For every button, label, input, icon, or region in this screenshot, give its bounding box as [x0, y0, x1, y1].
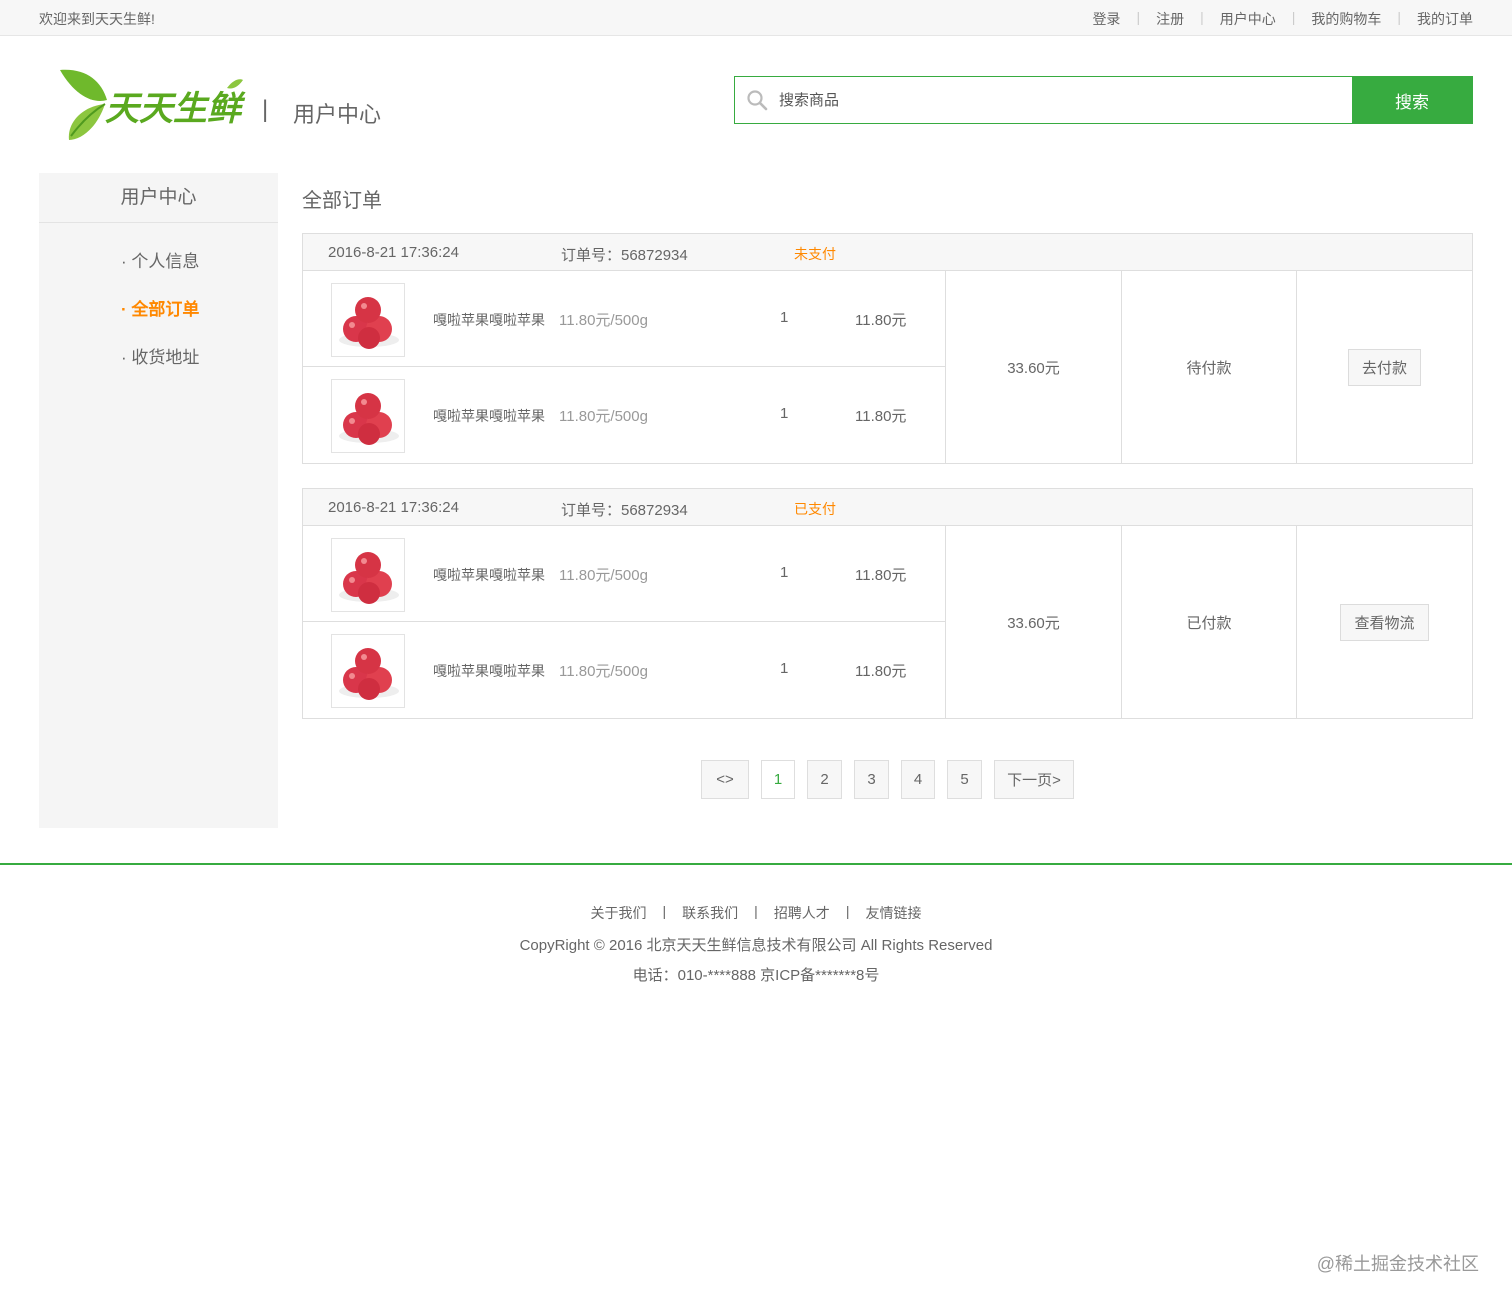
product-price: 11.80元/500g — [559, 567, 648, 584]
header-divider: | — [262, 96, 269, 123]
order-date: 2016-8-21 17:36:24 — [328, 244, 459, 261]
product-name[interactable]: 嘎啦苹果嘎啦苹果 — [433, 565, 545, 585]
order-card: 2016-8-21 17:36:24 订单号：56872934 已支付 嘎啦苹果… — [302, 488, 1473, 719]
sidebar-item-address[interactable]: · 收货地址 — [121, 343, 199, 368]
apple-image — [339, 552, 399, 604]
product-qty: 1 — [780, 405, 789, 422]
order-action-cell: 查看物流 — [1297, 526, 1472, 718]
pay-button[interactable]: 去付款 — [1347, 348, 1421, 386]
page-button-1[interactable]: 1 — [761, 760, 795, 799]
footer-link-about[interactable]: 关于我们 — [591, 903, 647, 923]
product-name[interactable]: 嘎啦苹果嘎啦苹果 — [433, 310, 545, 330]
top-bar: 欢迎来到天天生鲜! 登录 | 注册 | 用户中心 | 我的购物车 | 我的订单 — [0, 0, 1512, 36]
sidebar-item-profile[interactable]: · 个人信息 — [121, 247, 199, 272]
sidebar-item-all-orders[interactable]: · 全部订单 — [121, 295, 199, 320]
footer-separator: | — [754, 903, 758, 919]
register-link[interactable]: 注册 — [1156, 9, 1184, 29]
apple-image — [339, 648, 399, 700]
search-button[interactable]: 搜索 — [1352, 77, 1472, 123]
order-pay-status: 已支付 — [794, 501, 836, 517]
search-bar: 搜索 — [734, 76, 1473, 124]
product-image[interactable] — [331, 379, 405, 453]
top-nav-separator: | — [1291, 9, 1296, 25]
product-image[interactable] — [331, 634, 405, 708]
order-number: 订单号：56872934 — [561, 247, 688, 264]
order-goods-row: 嘎啦苹果嘎啦苹果 11.80元/500g 1 11.80元 — [303, 271, 945, 367]
order-action-cell: 去付款 — [1297, 271, 1472, 463]
footer-copyright: CopyRight © 2016 北京天天生鲜信息技术有限公司 All Righ… — [519, 937, 993, 954]
footer-separator: | — [845, 903, 850, 919]
page-button-2[interactable]: 2 — [807, 760, 842, 799]
page-button-5[interactable]: 5 — [947, 760, 982, 799]
product-qty: 1 — [780, 309, 789, 326]
sidebar-title: 用户中心 — [39, 173, 278, 223]
order-goods-list: 嘎啦苹果嘎啦苹果 11.80元/500g 1 11.80元 嘎啦苹果嘎啦苹果 1… — [303, 526, 946, 718]
footer-link-jobs[interactable]: 招聘人才 — [774, 903, 830, 923]
order-card: 2016-8-21 17:36:24 订单号：56872934 未支付 嘎啦苹果… — [302, 233, 1473, 464]
product-image[interactable] — [331, 538, 405, 612]
page-button-3[interactable]: 3 — [854, 760, 889, 799]
order-total: 33.60元 — [946, 271, 1122, 463]
order-header: 2016-8-21 17:36:24 订单号：56872934 未支付 — [303, 234, 1472, 271]
welcome-text: 欢迎来到天天生鲜! — [39, 11, 155, 27]
svg-text:天天生鲜: 天天生鲜 — [105, 89, 246, 129]
top-nav-separator: | — [1397, 9, 1401, 25]
search-input[interactable] — [779, 77, 1352, 123]
product-qty: 1 — [780, 564, 789, 581]
order-goods-row: 嘎啦苹果嘎啦苹果 11.80元/500g 1 11.80元 — [303, 367, 945, 463]
product-subtotal: 11.80元 — [855, 567, 907, 584]
product-name[interactable]: 嘎啦苹果嘎啦苹果 — [433, 661, 545, 681]
product-price: 11.80元/500g — [559, 663, 648, 680]
order-goods-row: 嘎啦苹果嘎啦苹果 11.80元/500g 1 11.80元 — [303, 622, 945, 718]
order-pay-status: 未支付 — [794, 246, 836, 262]
product-image[interactable] — [331, 283, 405, 357]
user-center-link[interactable]: 用户中心 — [1220, 9, 1276, 29]
apple-image — [339, 393, 399, 445]
product-qty: 1 — [780, 660, 789, 677]
login-link[interactable]: 登录 — [1092, 9, 1120, 29]
footer-links: 关于我们 | 联系我们 | 招聘人才 | 友情链接 — [0, 903, 1512, 923]
cart-link[interactable]: 我的购物车 — [1311, 9, 1381, 29]
watermark-text: @稀土掘金技术社区 — [1316, 1254, 1479, 1274]
apple-image — [339, 297, 399, 349]
product-price: 11.80元/500g — [559, 312, 648, 329]
product-price: 11.80元/500g — [559, 408, 648, 425]
order-total: 33.60元 — [946, 526, 1122, 718]
product-subtotal: 11.80元 — [855, 663, 907, 680]
order-header: 2016-8-21 17:36:24 订单号：56872934 已支付 — [303, 489, 1472, 526]
order-number: 订单号：56872934 — [561, 502, 688, 519]
page-section-title: 用户中心 — [293, 102, 382, 127]
footer-link-friends[interactable]: 友情链接 — [865, 903, 921, 923]
next-page-button[interactable]: 下一页> — [994, 760, 1074, 799]
product-subtotal: 11.80元 — [855, 408, 907, 425]
user-center-sidebar: 用户中心 · 个人信息 · 全部订单 · 收货地址 — [39, 173, 278, 828]
order-status: 待付款 — [1122, 271, 1297, 463]
order-status: 已付款 — [1122, 526, 1297, 718]
top-nav: 登录 | 注册 | 用户中心 | 我的购物车 | 我的订单 — [1092, 9, 1473, 29]
product-name[interactable]: 嘎啦苹果嘎啦苹果 — [433, 406, 545, 426]
product-subtotal: 11.80元 — [855, 312, 907, 329]
orders-title: 全部订单 — [302, 190, 382, 212]
order-date: 2016-8-21 17:36:24 — [328, 499, 459, 516]
my-orders-link[interactable]: 我的订单 — [1417, 9, 1473, 29]
order-goods-list: 嘎啦苹果嘎啦苹果 11.80元/500g 1 11.80元 嘎啦苹果嘎啦苹果 1… — [303, 271, 946, 463]
prev-page-button[interactable]: <> — [701, 760, 749, 799]
footer-separator: | — [662, 903, 667, 919]
footer-contact-info: 电话：010-****888 京ICP备*******8号 — [632, 967, 880, 984]
footer-link-contact[interactable]: 联系我们 — [682, 903, 738, 923]
track-shipment-button[interactable]: 查看物流 — [1340, 603, 1429, 641]
footer-divider — [0, 863, 1512, 865]
order-goods-row: 嘎啦苹果嘎啦苹果 11.80元/500g 1 11.80元 — [303, 526, 945, 622]
top-nav-separator: | — [1200, 9, 1204, 25]
top-nav-separator: | — [1136, 9, 1141, 25]
search-icon — [735, 77, 779, 123]
site-logo[interactable]: 天天生鲜 — [57, 66, 247, 146]
page-button-4[interactable]: 4 — [901, 760, 935, 799]
